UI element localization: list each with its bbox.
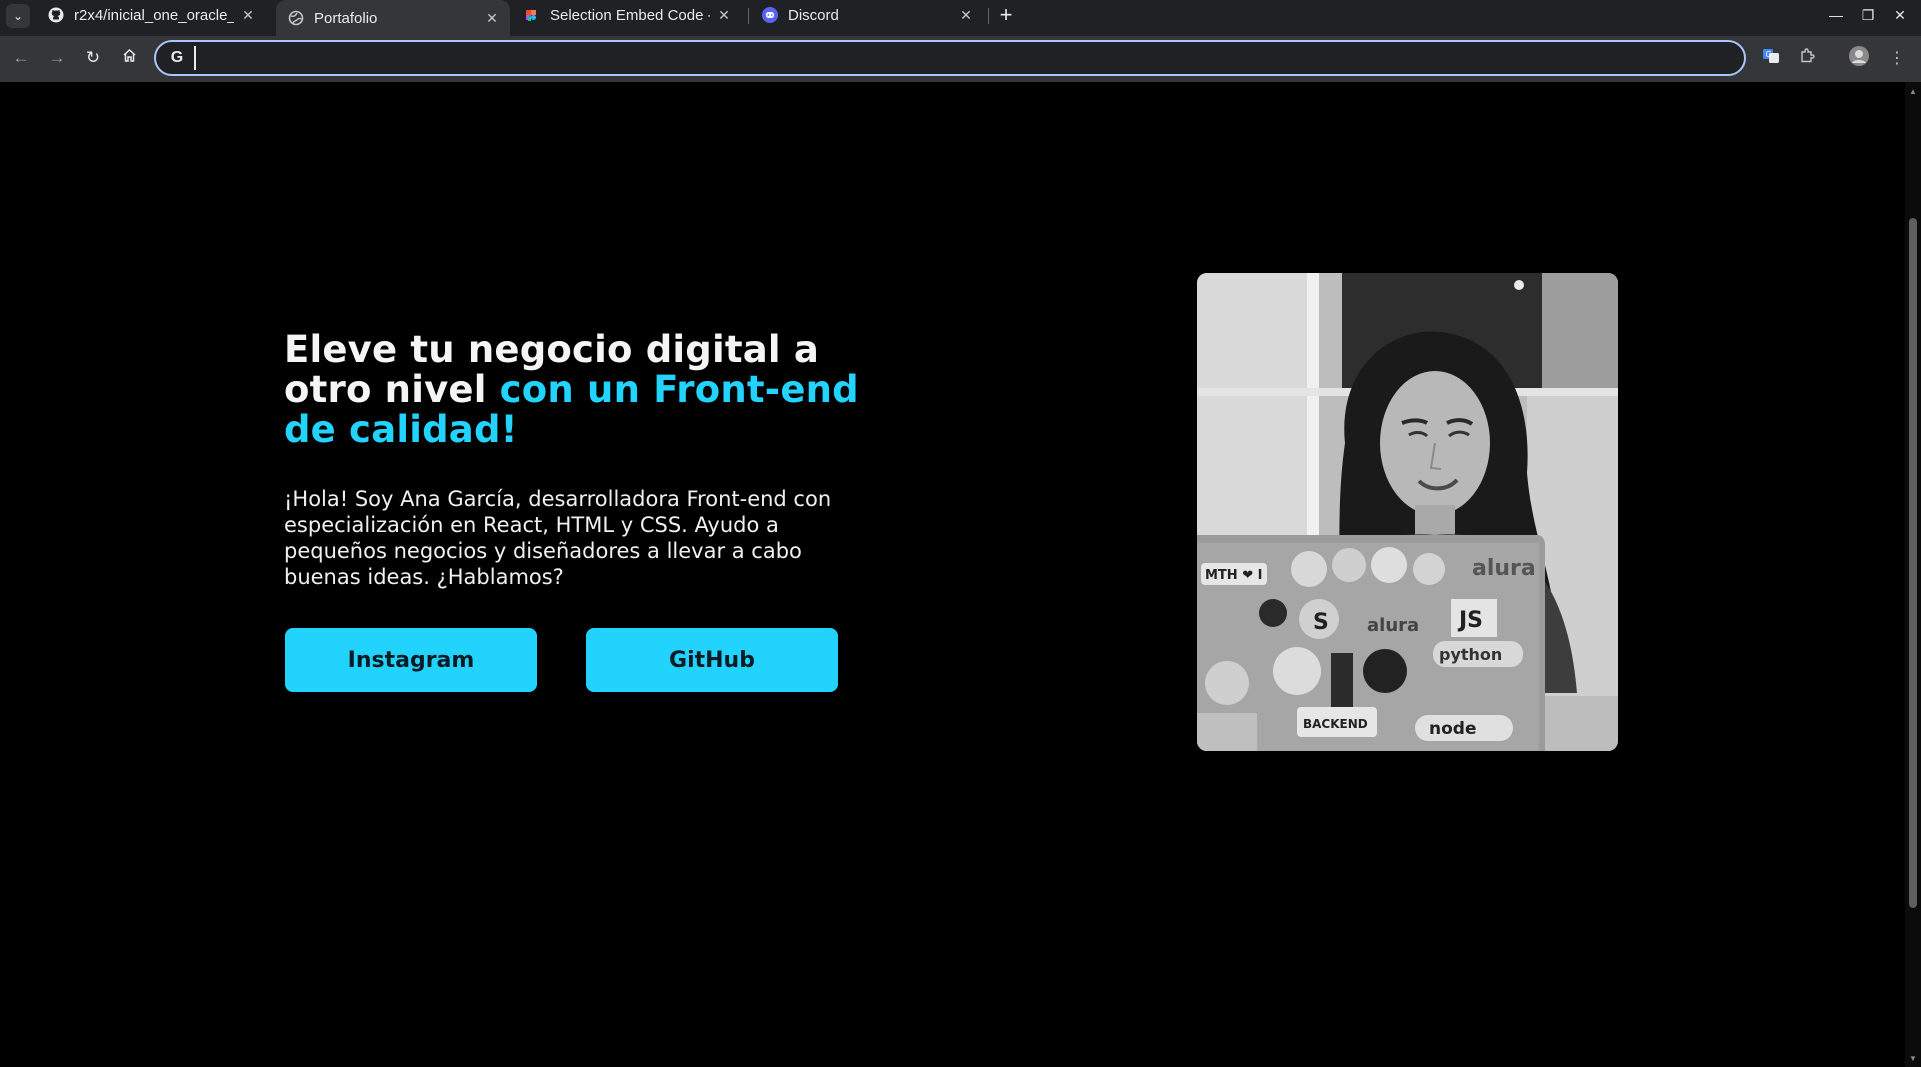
chevron-down-icon: ⌄: [12, 9, 24, 23]
sticker-text: BACKEND: [1303, 717, 1368, 731]
figma-icon: [524, 7, 540, 23]
sticker-text: JS: [1457, 608, 1483, 633]
avatar: [1848, 45, 1870, 72]
instagram-button[interactable]: Instagram: [285, 628, 537, 692]
tab-title: Selection Embed Code -: [550, 6, 710, 24]
kebab-menu-icon: ⋮: [1889, 50, 1905, 67]
home-button[interactable]: [116, 45, 142, 71]
tab-github[interactable]: r2x4/inicial_one_oracle_ ✕: [36, 0, 266, 30]
github-button[interactable]: GitHub: [586, 628, 838, 692]
tab-portafolio[interactable]: Portafolio ✕: [276, 0, 510, 36]
page-scrollbar[interactable]: ▲ ▼: [1905, 82, 1921, 1067]
browser-chrome: ⌄ r2x4/inicial_one_oracle_ ✕ Portafolio …: [0, 0, 1921, 82]
arrow-right-icon: →: [48, 48, 66, 67]
sticker-text: MTH ❤ I: [1205, 568, 1262, 583]
profile-photo-illustration: MTH ❤ I alura S alura JS python BACKEND …: [1197, 273, 1618, 751]
reload-icon: ↻: [85, 48, 101, 67]
minimize-icon: —: [1829, 7, 1843, 23]
new-tab-button[interactable]: +: [993, 2, 1019, 28]
discord-icon: [762, 7, 778, 23]
sticker-text: node: [1429, 719, 1476, 739]
puzzle-icon: [1799, 47, 1815, 69]
close-icon[interactable]: ✕: [240, 7, 256, 23]
scrollbar-thumb[interactable]: [1909, 218, 1917, 908]
plus-icon: +: [999, 2, 1013, 27]
tab-title: Portafolio: [314, 9, 378, 27]
hero-title: Eleve tu negocio digital a otro nivel co…: [284, 330, 884, 450]
tab-title: r2x4/inicial_one_oracle_: [74, 6, 234, 24]
restore-icon: ❐: [1861, 6, 1875, 23]
arrow-left-icon: ←: [12, 48, 30, 67]
github-icon: [48, 7, 64, 23]
restore-button[interactable]: ❐: [1854, 4, 1882, 26]
sticker-text: alura: [1472, 556, 1536, 581]
tab-strip: ⌄ r2x4/inicial_one_oracle_ ✕ Portafolio …: [0, 0, 1921, 36]
profile-button[interactable]: [1846, 45, 1872, 71]
back-button[interactable]: ←: [8, 45, 34, 71]
google-icon: G: [170, 49, 184, 66]
menu-button[interactable]: ⋮: [1884, 45, 1910, 71]
page-viewport: Eleve tu negocio digital a otro nivel co…: [0, 82, 1905, 1067]
home-icon: [122, 48, 137, 68]
translate-icon: G: [1762, 47, 1780, 70]
address-bar[interactable]: G: [154, 40, 1746, 76]
close-icon[interactable]: ✕: [958, 7, 974, 23]
hero-description: ¡Hola! Soy Ana García, desarrolladora Fr…: [284, 487, 832, 589]
close-icon[interactable]: ✕: [484, 10, 500, 26]
address-input[interactable]: [194, 46, 1744, 70]
scroll-down-icon[interactable]: ▼: [1908, 1053, 1918, 1063]
svg-text:G: G: [1766, 50, 1772, 59]
scroll-up-icon[interactable]: ▲: [1908, 86, 1918, 96]
close-window-button[interactable]: ✕: [1886, 4, 1914, 26]
sticker-text: python: [1439, 645, 1502, 664]
svg-text:S: S: [1313, 610, 1329, 635]
tab-figma[interactable]: Selection Embed Code - ✕: [512, 0, 742, 30]
reload-button[interactable]: ↻: [80, 45, 106, 71]
tab-separator: [748, 8, 749, 24]
extensions-button[interactable]: [1794, 45, 1820, 71]
minimize-button[interactable]: —: [1822, 4, 1850, 26]
tab-separator: [988, 8, 989, 24]
globe-icon: [288, 10, 304, 26]
translate-button[interactable]: G: [1758, 45, 1784, 71]
close-icon: ✕: [1894, 6, 1906, 23]
forward-button[interactable]: →: [44, 45, 70, 71]
tab-discord[interactable]: Discord ✕: [750, 0, 984, 30]
browser-toolbar: ← → ↻ G G ⋮: [0, 36, 1921, 82]
tab-search-button[interactable]: ⌄: [6, 4, 30, 28]
tab-title: Discord: [788, 6, 839, 24]
close-icon[interactable]: ✕: [716, 7, 732, 23]
profile-photo: MTH ❤ I alura S alura JS python BACKEND …: [1197, 273, 1618, 751]
sticker-text: alura: [1367, 615, 1419, 636]
